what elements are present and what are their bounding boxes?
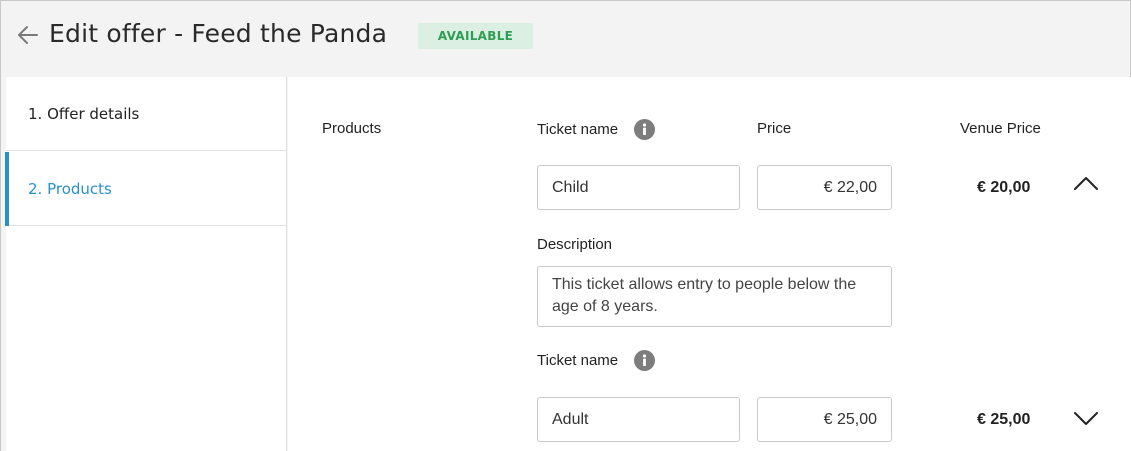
venue-price-value: € 25,00 [977,411,1031,428]
sidebar-item-products[interactable]: 2. Products [5,152,287,226]
status-badge: AVAILABLE [418,23,533,49]
description-textarea[interactable]: This ticket allows entry to people below… [537,266,892,327]
main-content: Products Ticket name Price Venue Price C… [288,77,1131,451]
app-window: Edit offer - Feed the Panda AVAILABLE 1.… [0,0,1131,451]
sidebar-item-label: 1. Offer details [28,104,140,123]
ticket-name-input[interactable]: Adult [537,397,740,442]
chevron-down-icon[interactable] [1073,411,1099,427]
chevron-up-icon[interactable] [1073,175,1099,191]
page-header: Edit offer - Feed the Panda AVAILABLE [1,1,1130,77]
ticket-name-label: Ticket name [537,352,619,369]
section-label: Products [322,120,382,137]
info-icon[interactable] [634,350,655,371]
venue-price-value: € 20,00 [977,179,1031,196]
step-sidebar: 1. Offer details 2. Products [5,77,287,451]
page-title: Edit offer - Feed the Panda [49,19,388,48]
venue-price-column-label: Venue Price [960,120,1041,137]
arrow-left-icon[interactable] [15,22,41,48]
price-input[interactable]: € 25,00 [757,397,892,442]
sidebar-item-label: 2. Products [28,179,112,198]
info-icon[interactable] [634,119,655,140]
ticket-name-input[interactable]: Child [537,165,740,210]
sidebar-item-offer-details[interactable]: 1. Offer details [6,77,287,151]
price-column-label: Price [757,120,792,137]
description-label: Description [537,236,613,253]
price-input[interactable]: € 22,00 [757,165,892,210]
ticket-name-label: Ticket name [537,121,619,138]
